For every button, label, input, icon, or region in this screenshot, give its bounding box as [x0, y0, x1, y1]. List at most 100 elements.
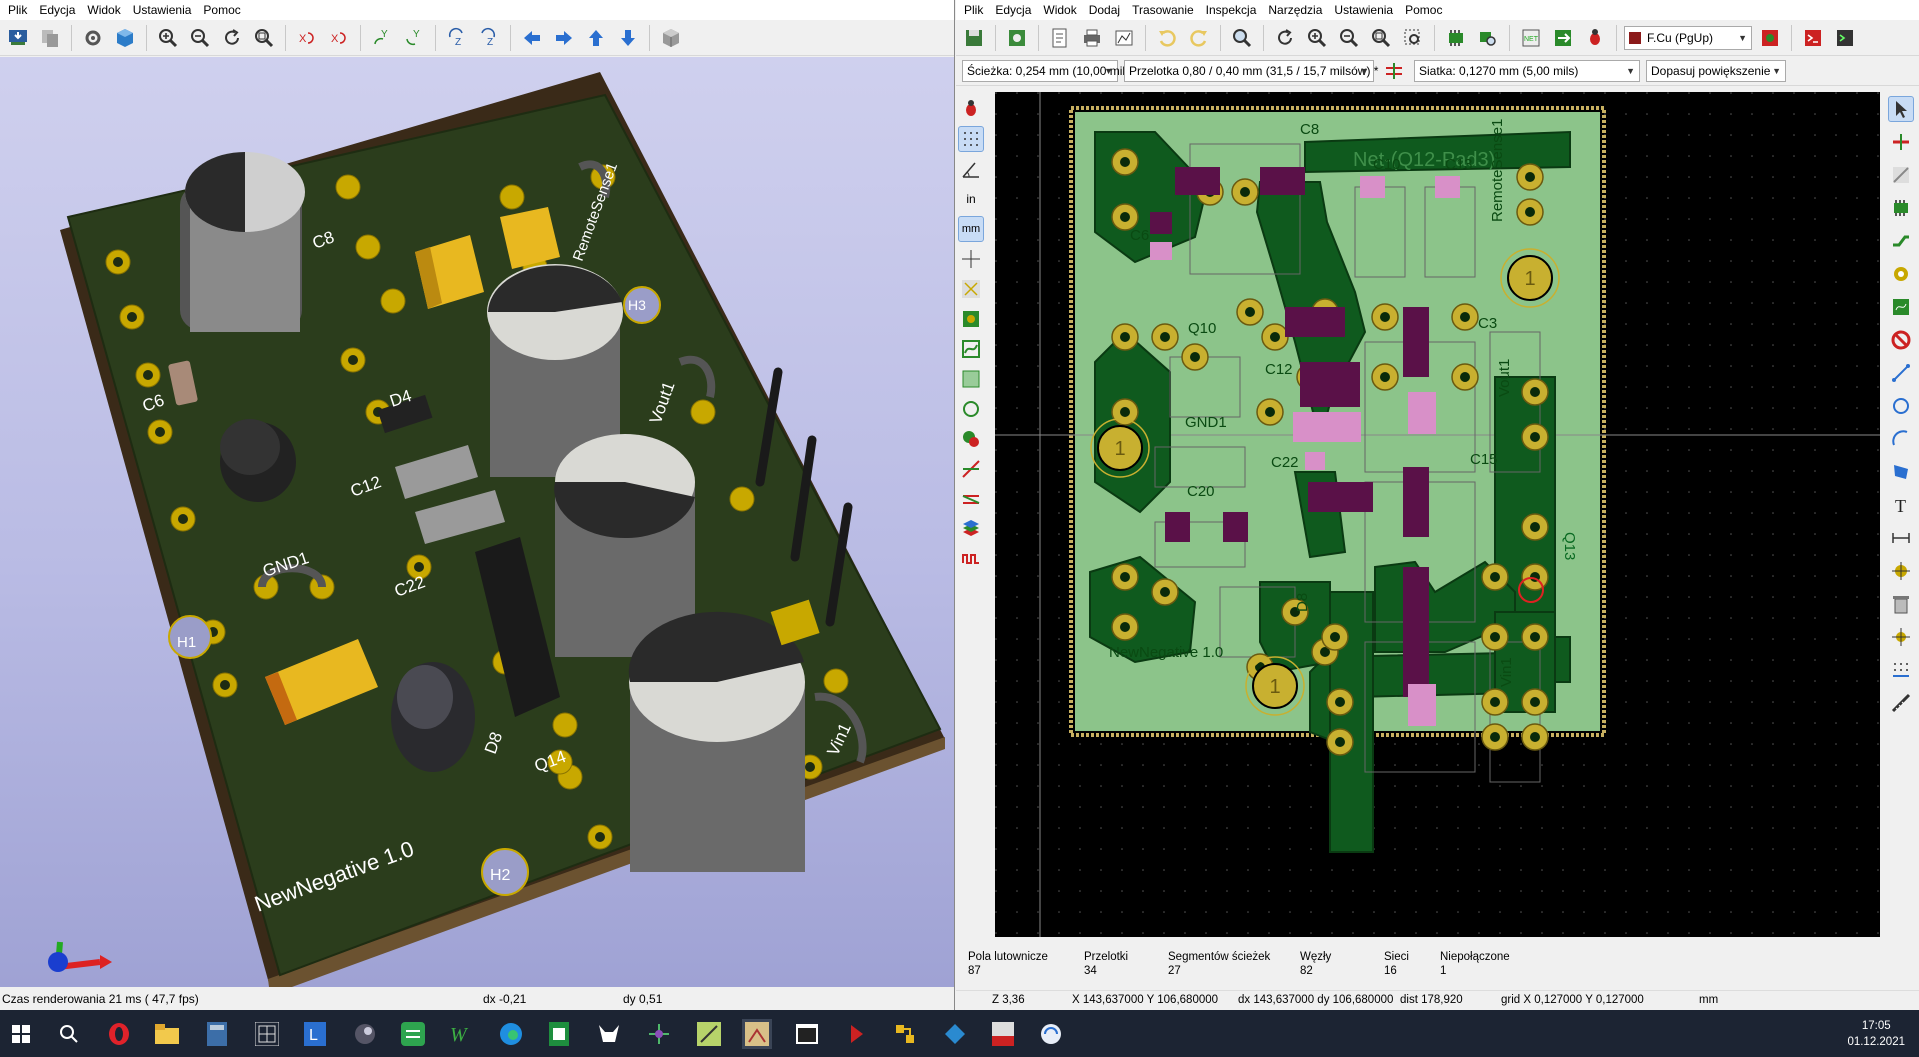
file-explorer-icon[interactable]	[152, 1019, 182, 1049]
board-setup-icon[interactable]	[1003, 24, 1031, 52]
grid-toggle-icon[interactable]	[958, 126, 984, 152]
cursor-shape-icon[interactable]	[958, 246, 984, 272]
footprint-editor-icon[interactable]	[1442, 24, 1470, 52]
steam-like-icon[interactable]	[350, 1019, 380, 1049]
left-menu-0[interactable]: Plik	[4, 3, 35, 17]
symbol-editor-icon[interactable]	[890, 1019, 920, 1049]
move-up-icon[interactable]	[582, 24, 610, 52]
print-icon[interactable]	[1078, 24, 1106, 52]
grid-select[interactable]: Siatka: 0,1270 mm (5,00 mils) ▼	[1414, 59, 1640, 82]
page-settings-icon[interactable]	[1046, 24, 1074, 52]
zone-fill-icon[interactable]	[958, 306, 984, 332]
move-down-icon[interactable]	[614, 24, 642, 52]
add-via-icon[interactable]	[1888, 261, 1914, 287]
raytracing-cube-icon[interactable]	[111, 24, 139, 52]
grid-origin-icon[interactable]	[1888, 657, 1914, 683]
opera-browser-icon[interactable]	[104, 1019, 134, 1049]
w-app-icon[interactable]: W	[446, 1019, 476, 1049]
settings-gear-icon[interactable]	[79, 24, 107, 52]
rotate-y-cw-icon[interactable]: Y	[368, 24, 396, 52]
reload-board-icon[interactable]	[4, 24, 32, 52]
polar-coords-icon[interactable]	[958, 156, 984, 182]
terminal-icon[interactable]	[792, 1019, 822, 1049]
pdf-icon[interactable]	[988, 1019, 1018, 1049]
plot-icon[interactable]	[1110, 24, 1138, 52]
via-size-select[interactable]: Przelotka 0,80 / 0,40 mm (31,5 / 15,7 mi…	[1124, 59, 1378, 82]
units-inch-toggle[interactable]: in	[958, 186, 984, 212]
via-sketch-icon[interactable]	[958, 426, 984, 452]
measure-tool-icon[interactable]	[1888, 690, 1914, 716]
track-width-select[interactable]: Ścieżka: 0,254 mm (10,00 mils) * ▼	[962, 59, 1143, 82]
right-menu-3[interactable]: Dodaj	[1085, 3, 1128, 17]
high-contrast-icon[interactable]	[958, 456, 984, 482]
right-menu-2[interactable]: Widok	[1039, 3, 1084, 17]
microwave-tools-icon[interactable]	[958, 546, 984, 572]
drc-marker-icon[interactable]	[958, 96, 984, 122]
move-left-icon[interactable]	[518, 24, 546, 52]
add-target-icon[interactable]	[1888, 558, 1914, 584]
add-arc-icon[interactable]	[1888, 426, 1914, 452]
layers-manager-icon[interactable]	[958, 516, 984, 542]
left-menu-1[interactable]: Edycja	[35, 3, 83, 17]
right-menu-8[interactable]: Pomoc	[1401, 3, 1450, 17]
save-board-icon[interactable]	[960, 24, 988, 52]
update-from-schematic-icon[interactable]	[1549, 24, 1577, 52]
scripting-console-icon[interactable]	[1799, 24, 1827, 52]
zoom-out-icon[interactable]	[186, 24, 214, 52]
gerber-viewer-icon[interactable]	[694, 1019, 724, 1049]
left-menu-2[interactable]: Widok	[83, 3, 128, 17]
delete-icon[interactable]	[1888, 591, 1914, 617]
system-clock[interactable]: 17:05 01.12.2021	[1847, 1018, 1905, 1050]
add-zone-icon[interactable]	[1888, 294, 1914, 320]
footprint-browser-icon[interactable]	[1474, 24, 1502, 52]
spreadsheet-icon[interactable]	[544, 1019, 574, 1049]
undo-icon[interactable]	[1153, 24, 1181, 52]
rotate-x-cw-icon[interactable]: X	[293, 24, 321, 52]
set-origin-icon[interactable]	[1888, 624, 1914, 650]
rotate-x-ccw-icon[interactable]: X	[325, 24, 353, 52]
add-polygon-icon[interactable]	[1888, 459, 1914, 485]
ratsnest-icon[interactable]	[958, 276, 984, 302]
add-text-icon[interactable]: T	[1888, 492, 1914, 518]
route-track-icon[interactable]	[1888, 228, 1914, 254]
zone-sketch-icon[interactable]	[958, 366, 984, 392]
right-menu-7[interactable]: Ustawienia	[1330, 3, 1401, 17]
right-menu-4[interactable]: Trasowanie	[1128, 3, 1202, 17]
zoom-out-icon[interactable]	[1335, 24, 1363, 52]
right-menu-6[interactable]: Narzędzia	[1264, 3, 1330, 17]
find-icon[interactable]	[1228, 24, 1256, 52]
3d-render-canvas[interactable]: C8 RemoteSense1 H3 C6 D4 Vout1 C12 GND1 …	[0, 57, 954, 995]
local-ratsnest-icon[interactable]	[1888, 162, 1914, 188]
add-keepout-icon[interactable]	[1888, 327, 1914, 353]
right-menu-0[interactable]: Plik	[960, 3, 991, 17]
edge-browser-icon[interactable]	[496, 1019, 526, 1049]
right-menu-1[interactable]: Edycja	[991, 3, 1039, 17]
left-menu-3[interactable]: Ustawienia	[129, 3, 200, 17]
calculator-icon[interactable]	[202, 1019, 232, 1049]
track-sketch-icon[interactable]	[958, 486, 984, 512]
zone-outline-icon[interactable]	[958, 336, 984, 362]
pad-sketch-icon[interactable]	[958, 396, 984, 422]
python-console-icon[interactable]	[1831, 24, 1859, 52]
kicad-pcb-icon[interactable]	[252, 1019, 282, 1049]
kicad-app-icon[interactable]: L	[300, 1019, 330, 1049]
redo-icon[interactable]	[1185, 24, 1213, 52]
auto-track-width-icon[interactable]	[1380, 57, 1408, 85]
add-line-icon[interactable]	[1888, 360, 1914, 386]
add-circle-icon[interactable]	[1888, 393, 1914, 419]
add-dimension-icon[interactable]	[1888, 525, 1914, 551]
bitmap-icon[interactable]	[940, 1019, 970, 1049]
redraw-view-icon[interactable]	[1271, 24, 1299, 52]
pcb-calc-icon[interactable]	[644, 1019, 674, 1049]
move-right-icon[interactable]	[550, 24, 578, 52]
rotate-z-cw-icon[interactable]: Z	[443, 24, 471, 52]
rotate-y-ccw-icon[interactable]: Y	[400, 24, 428, 52]
units-mm-toggle[interactable]: mm	[958, 216, 984, 242]
layer-select[interactable]: F.Cu (PgUp) ▼	[1624, 25, 1752, 50]
sync-app-icon[interactable]	[398, 1019, 428, 1049]
zoom-fit-icon[interactable]	[250, 24, 278, 52]
pcb-horizontal-scrollbar[interactable]	[995, 937, 1880, 949]
rotate-z-ccw-icon[interactable]: Z	[475, 24, 503, 52]
add-footprint-icon[interactable]	[1888, 195, 1914, 221]
start-windows-icon[interactable]	[6, 1019, 36, 1049]
